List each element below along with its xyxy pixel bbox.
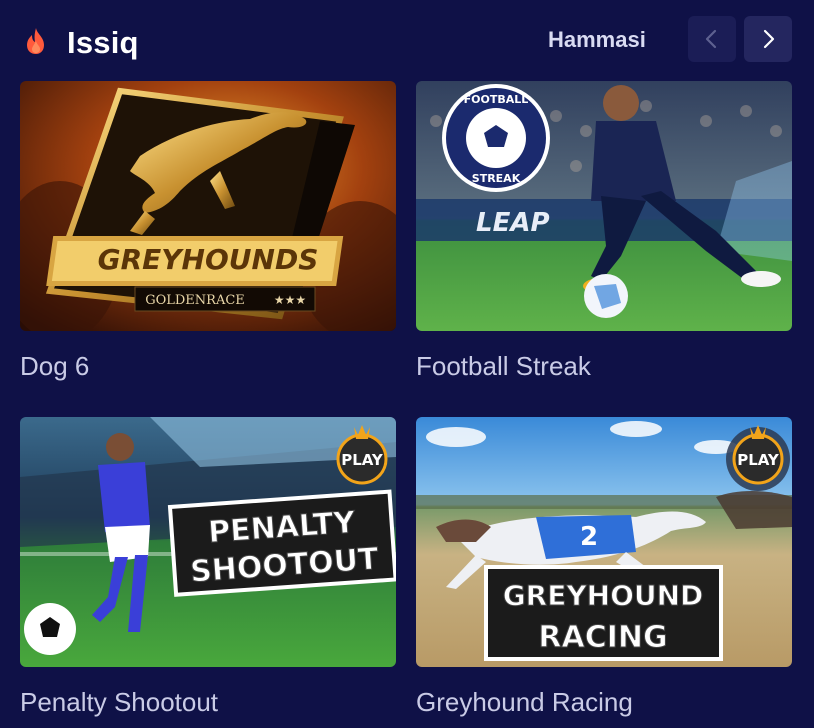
game-thumbnail[interactable]: LEAP FOOTBALL STREAK — [416, 81, 792, 331]
play-badge: PLAY — [737, 451, 780, 469]
art-sponsor: LEAP — [476, 208, 550, 238]
art-line1: GREYHOUND — [503, 579, 704, 612]
game-title[interactable]: Penalty Shootout — [20, 687, 396, 718]
game-thumbnail[interactable]: 2 GREYHOUND RACING PLAY — [416, 417, 792, 667]
play-badge: PLAY — [341, 451, 384, 469]
football-streak-artwork: LEAP FOOTBALL STREAK — [416, 81, 792, 331]
art-brand: GOLDENRACE — [145, 293, 245, 308]
game-card[interactable]: GREYHOUNDS GOLDENRACE ★★★ Dog 6 — [20, 81, 396, 382]
game-card[interactable]: 2 GREYHOUND RACING PLAY Greyhound Racing — [416, 417, 792, 718]
section-title: Issiq — [67, 25, 139, 60]
chevron-right-icon — [763, 29, 775, 49]
game-thumbnail[interactable]: GREYHOUNDS GOLDENRACE ★★★ — [20, 81, 396, 331]
penalty-shootout-artwork: PENALTY SHOOTOUT PLAY — [20, 417, 396, 667]
art-bib-number: 2 — [580, 522, 598, 552]
game-title[interactable]: Football Streak — [416, 351, 792, 382]
art-headline: GREYHOUNDS — [98, 243, 319, 276]
greyhound-racing-artwork: 2 GREYHOUND RACING PLAY — [416, 417, 792, 667]
game-card[interactable]: LEAP FOOTBALL STREAK Football Streak — [416, 81, 792, 382]
section-header: Issiq Hammasi — [0, 0, 814, 80]
art-stars: ★★★ — [274, 293, 306, 307]
art-line2: RACING — [538, 620, 667, 655]
game-title[interactable]: Greyhound Racing — [416, 687, 792, 718]
carousel-next-button[interactable] — [744, 16, 792, 62]
see-all-link[interactable]: Hammasi — [548, 27, 646, 53]
fire-icon — [27, 28, 44, 54]
greyhounds-artwork: GREYHOUNDS GOLDENRACE ★★★ — [20, 81, 396, 331]
art-badge-bottom: STREAK — [472, 172, 521, 185]
game-title[interactable]: Dog 6 — [20, 351, 396, 382]
art-badge-top: FOOTBALL — [464, 93, 529, 106]
chevron-left-icon — [705, 29, 717, 49]
game-thumbnail[interactable]: PENALTY SHOOTOUT PLAY — [20, 417, 396, 667]
game-card[interactable]: PENALTY SHOOTOUT PLAY Penalty Shootout — [20, 417, 396, 718]
carousel-prev-button[interactable] — [688, 16, 736, 62]
